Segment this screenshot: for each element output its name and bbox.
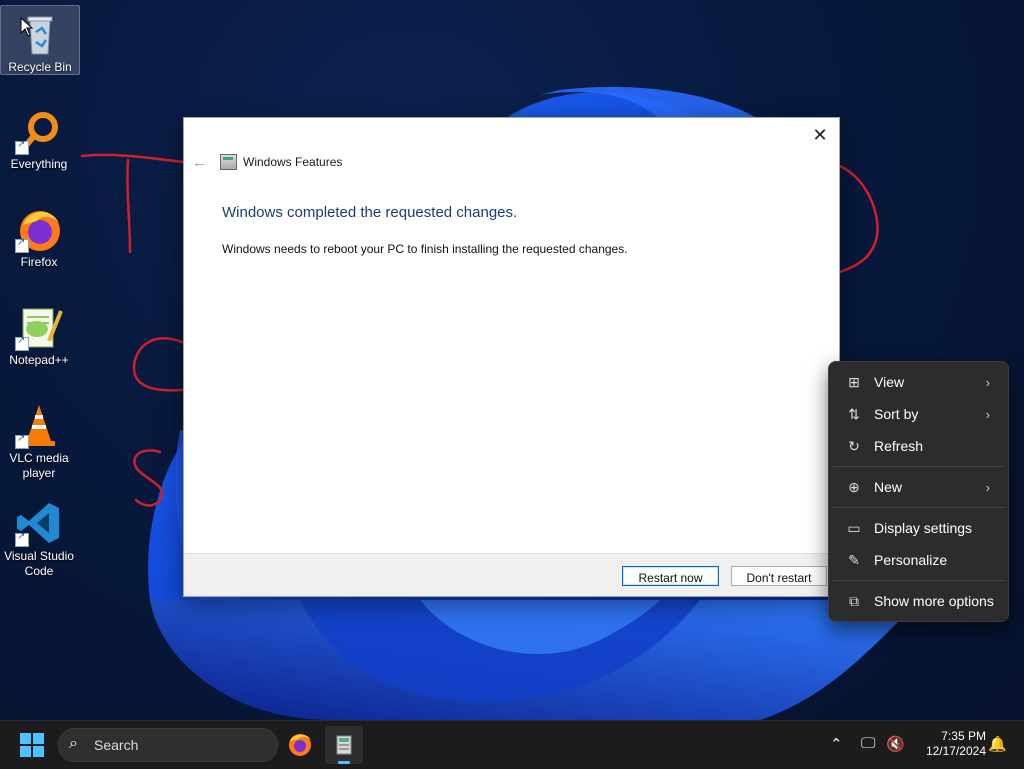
notepad-plus-plus-icon [15,303,63,351]
desktop-icon-firefox[interactable]: Firefox [0,201,78,270]
desktop-icon-label: Visual Studio Code [4,549,74,578]
dialog-title-bar: Windows Features [220,154,342,170]
display-settings-icon: ▭ [847,519,861,536]
shortcut-arrow-icon [15,531,29,547]
menu-item-show-more-options[interactable]: ⧉ Show more options [833,586,1004,616]
network-icon[interactable]: 🖵 [861,735,875,752]
desktop-icon-label: Everything [10,157,68,171]
desktop-icon-label: Firefox [20,255,58,269]
taskbar: ⌕ Search ⌃ 🖵 🔇 7:35 PM 12/17/2024 🔔 [0,720,1024,769]
restart-now-button[interactable]: Restart now [622,566,719,586]
desktop-icon-label: VLC media player [9,451,69,480]
menu-item-new[interactable]: ⊕ New › [833,472,1004,502]
menu-separator [833,507,1004,508]
vscode-icon [15,499,63,547]
dialog-title: Windows Features [243,155,343,169]
dialog-message: Windows needs to reboot your PC to finis… [222,242,628,256]
shortcut-arrow-icon [15,237,29,253]
vlc-cone-icon [15,401,63,449]
taskbar-clock[interactable]: 7:35 PM 12/17/2024 [912,729,986,759]
clock-date: 12/17/2024 [925,744,986,758]
desktop-icon-vlc[interactable]: VLC media player [0,397,78,481]
windows-logo-icon [20,733,31,744]
desktop-icon-everything[interactable]: Everything [0,103,78,172]
menu-item-label: Personalize [874,552,948,568]
menu-item-refresh[interactable]: ↻ Refresh [833,431,1004,461]
firefox-icon [15,205,63,253]
firefox-icon [289,734,311,756]
dont-restart-button[interactable]: Don't restart [731,566,827,586]
taskbar-search-box[interactable]: ⌕ Search [58,728,278,762]
start-button[interactable] [20,733,44,757]
desktop[interactable]: Recycle Bin Everything Firefox Notepad++… [0,0,1024,720]
windows-features-icon [336,735,352,755]
windows-features-dialog: ✕ ← Windows Features Windows completed t… [183,117,840,597]
menu-item-view[interactable]: ⊞ View › [833,367,1004,397]
pen-icon: ✎ [848,551,860,568]
dialog-heading: Windows completed the requested changes. [222,204,518,221]
close-button[interactable]: ✕ [807,122,833,148]
back-arrow-icon[interactable]: ← [192,154,207,171]
chevron-up-icon[interactable]: ⌃ [830,735,843,753]
desktop-context-menu: ⊞ View › ⇅ Sort by › ↻ Refresh ⊕ New › ▭… [828,361,1009,622]
expand-options-icon: ⧉ [849,592,859,609]
menu-item-sort-by[interactable]: ⇅ Sort by › [833,399,1004,429]
everything-search-icon [15,107,63,155]
menu-item-display-settings[interactable]: ▭ Display settings [833,513,1004,543]
search-placeholder: Search [94,737,139,753]
menu-item-label: Display settings [874,520,973,536]
shortcut-arrow-icon [15,335,29,351]
shortcut-arrow-icon [15,139,29,155]
mouse-cursor-icon [20,17,34,37]
menu-item-label: Show more options [874,593,994,609]
sort-arrows-icon: ⇅ [848,405,860,422]
desktop-icon-notepad-plus-plus[interactable]: Notepad++ [0,299,78,368]
clock-time: 7:35 PM [941,729,986,743]
chevron-right-icon: › [985,374,990,390]
refresh-icon: ↻ [848,437,860,454]
desktop-icon-recycle-bin[interactable]: Recycle Bin [0,5,80,75]
desktop-icon-label: Recycle Bin [8,60,72,74]
chevron-right-icon: › [985,479,990,495]
taskbar-firefox[interactable] [281,726,319,764]
dialog-footer: Restart now Don't restart [184,553,839,596]
taskbar-windows-features[interactable] [325,726,363,764]
notification-bell-icon[interactable]: 🔔 [988,735,1007,753]
desktop-icon-label: Notepad++ [9,353,69,367]
menu-separator [833,466,1004,467]
windows-features-icon [220,154,237,170]
speaker-muted-icon[interactable]: 🔇 [886,735,905,753]
grid-view-icon: ⊞ [848,373,860,390]
menu-item-label: Refresh [874,438,924,454]
menu-separator [833,580,1004,581]
plus-circle-icon: ⊕ [848,478,860,495]
menu-item-label: Sort by [874,406,919,422]
chevron-right-icon: › [985,406,990,422]
desktop-icon-vscode[interactable]: Visual Studio Code [0,495,78,579]
active-indicator [338,761,350,764]
search-icon: ⌕ [69,735,78,752]
menu-item-label: New [874,479,903,495]
menu-item-personalize[interactable]: ✎ Personalize [833,545,1004,575]
shortcut-arrow-icon [15,433,29,449]
menu-item-label: View [874,374,905,390]
